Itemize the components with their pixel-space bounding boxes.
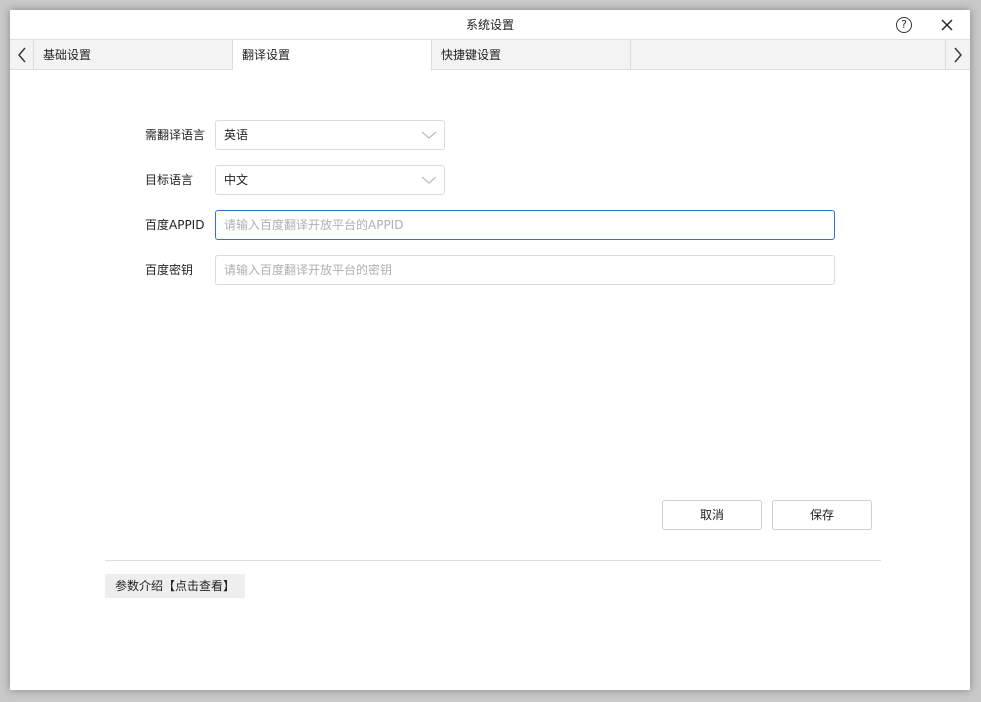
divider [105,560,881,561]
window-title: 系统设置 [465,18,514,32]
help-icon[interactable]: ? [896,17,912,33]
appid-label: 百度APPID [145,218,205,232]
chevron-down-icon [421,131,437,139]
save-button[interactable]: 保存 [772,500,872,530]
cancel-button[interactable]: 取消 [662,500,762,530]
source-language-value: 英语 [224,128,249,142]
target-language-select[interactable]: 中文 [215,165,445,195]
chevron-right-icon[interactable] [945,40,969,70]
source-language-select[interactable]: 英语 [215,120,445,150]
target-language-label: 目标语言 [145,173,194,187]
appid-input[interactable] [215,210,835,240]
source-language-label: 需翻译语言 [145,128,206,142]
chevron-down-icon [421,176,437,184]
close-icon[interactable] [937,15,957,35]
tab-empty-space [631,40,945,70]
tab-bar: 基础设置 翻译设置 快捷键设置 [10,40,970,71]
parameter-info-link[interactable]: 参数介绍【点击查看】 [105,574,246,598]
secret-key-input[interactable] [215,255,835,285]
settings-window: 系统设置 ? 基础设置 翻译设置 快捷键设置 需翻译语言 英语 目标语言 中文 … [10,10,970,690]
tab-basic-settings[interactable]: 基础设置 [34,40,233,70]
chevron-left-icon[interactable] [10,40,34,70]
tab-shortcut-settings[interactable]: 快捷键设置 [432,40,631,70]
title-bar: 系统设置 ? [10,10,970,40]
tab-translation-settings[interactable]: 翻译设置 [233,40,432,71]
secret-key-label: 百度密钥 [145,263,194,277]
target-language-value: 中文 [224,173,249,187]
